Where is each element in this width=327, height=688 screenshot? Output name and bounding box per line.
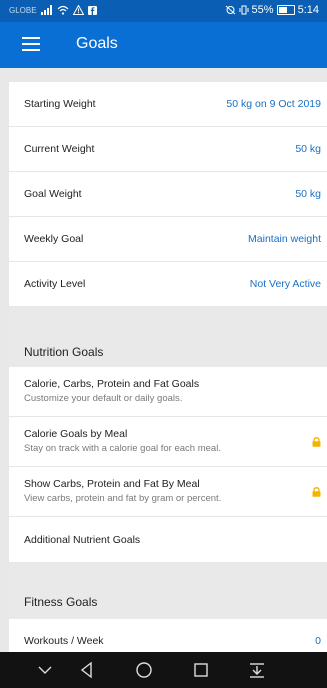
row-label: Activity Level	[24, 278, 86, 290]
current-weight-row[interactable]: Current Weight 50 kg	[9, 127, 327, 172]
row-label: Current Weight	[24, 143, 95, 155]
chevron-down-icon[interactable]	[35, 661, 55, 679]
weekly-goal-row[interactable]: Weekly Goal Maintain weight	[9, 217, 327, 262]
app-bar: Goals	[0, 22, 327, 68]
vibrate-icon	[239, 5, 249, 15]
additional-nutrient-goals-row[interactable]: Additional Nutrient Goals	[9, 517, 327, 563]
row-label: Starting Weight	[24, 98, 96, 110]
battery-percent: 55%	[251, 4, 274, 16]
wifi-icon	[57, 5, 69, 15]
row-subtitle: Stay on track with a calorie goal for ea…	[24, 443, 221, 454]
status-time: 5:14	[297, 4, 319, 16]
row-value: Maintain weight	[248, 233, 321, 245]
status-bar: GLOBE 55% 5:14	[0, 0, 327, 22]
fitness-goals-header: Fitness Goals	[9, 563, 327, 619]
signal-icon	[40, 5, 52, 15]
home-icon[interactable]	[134, 661, 154, 679]
row-value: 50 kg	[295, 188, 321, 200]
page-title: Goals	[76, 35, 118, 52]
row-title: Show Carbs, Protein and Fat By Meal	[24, 478, 200, 490]
macros-by-meal-row[interactable]: Show Carbs, Protein and Fat By Meal View…	[9, 467, 327, 517]
workouts-per-week-row[interactable]: Workouts / Week 0	[9, 619, 327, 652]
row-subtitle: Customize your default or daily goals.	[24, 393, 183, 404]
recents-icon[interactable]	[191, 661, 211, 679]
row-subtitle: View carbs, protein and fat by gram or p…	[24, 493, 222, 504]
row-value: 0	[315, 635, 321, 647]
row-label: Additional Nutrient Goals	[24, 533, 141, 546]
carrier-label: GLOBE	[9, 5, 37, 15]
hamburger-menu-icon[interactable]	[22, 37, 40, 51]
facebook-icon	[87, 5, 97, 15]
starting-weight-row[interactable]: Starting Weight 50 kg on 9 Oct 2019	[9, 82, 327, 127]
alert-icon	[72, 5, 84, 15]
row-title: Calorie Goals by Meal	[24, 428, 128, 440]
macro-goals-row[interactable]: Calorie, Carbs, Protein and Fat Goals Cu…	[9, 367, 327, 417]
row-label: Weekly Goal	[24, 233, 84, 245]
calorie-goals-by-meal-row[interactable]: Calorie Goals by Meal Stay on track with…	[9, 417, 327, 467]
activity-level-row[interactable]: Activity Level Not Very Active	[9, 262, 327, 307]
back-icon[interactable]	[77, 661, 97, 679]
lock-icon	[312, 437, 321, 447]
row-title: Calorie, Carbs, Protein and Fat Goals	[24, 378, 200, 390]
row-label: Goal Weight	[24, 188, 82, 200]
row-label: Workouts / Week	[24, 635, 104, 647]
lock-icon	[312, 487, 321, 497]
mute-icon	[225, 5, 235, 15]
row-value: 50 kg on 9 Oct 2019	[226, 98, 321, 110]
notification-pull-icon[interactable]	[247, 661, 267, 679]
row-value: Not Very Active	[249, 278, 321, 290]
nutrition-goals-header: Nutrition Goals	[9, 307, 327, 367]
battery-icon	[276, 5, 295, 15]
row-value: 50 kg	[295, 143, 321, 155]
goal-weight-row[interactable]: Goal Weight 50 kg	[9, 172, 327, 217]
goals-list[interactable]: Starting Weight 50 kg on 9 Oct 2019 Curr…	[9, 82, 327, 652]
system-nav-bar	[0, 652, 327, 688]
